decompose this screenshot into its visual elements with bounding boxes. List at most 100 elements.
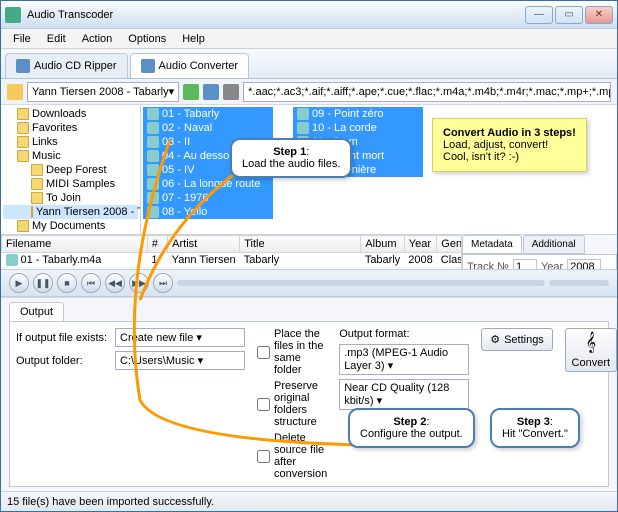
audio-icon	[147, 192, 159, 204]
tree-node[interactable]: MIDI Samples	[3, 177, 138, 191]
folder-tree[interactable]: DownloadsFavoritesLinksMusicDeep ForestM…	[1, 105, 141, 234]
refresh-icon[interactable]	[183, 84, 199, 100]
toolbar: Yann Tiersen 2008 - Tabarly▾ *.aac;*.ac3…	[1, 79, 617, 105]
tree-node[interactable]: To Join	[3, 191, 138, 205]
folder-icon[interactable]	[7, 84, 23, 100]
file-item[interactable]: 10 - La corde	[293, 121, 423, 135]
meta-tab-metadata[interactable]: Metadata	[462, 235, 522, 254]
file-item[interactable]: 07 - 1976	[143, 191, 273, 205]
gear-icon: ⚙	[490, 333, 500, 346]
maximize-button[interactable]: ▭	[555, 6, 583, 24]
stop-button[interactable]: ■	[57, 273, 77, 293]
year-input[interactable]	[567, 259, 601, 269]
pause-button[interactable]: ❚❚	[33, 273, 53, 293]
view-icon[interactable]	[223, 84, 239, 100]
column-header[interactable]: Filename	[2, 236, 148, 253]
folder-icon	[31, 206, 33, 218]
tree-node[interactable]: Downloads	[3, 107, 138, 121]
audio-icon	[147, 178, 159, 190]
chk-preserve[interactable]	[257, 398, 270, 411]
file-item[interactable]: 02 - Naval	[143, 121, 273, 135]
next-button[interactable]: ⏭	[153, 273, 173, 293]
track-grid[interactable]: Filename#ArtistTitleAlbumYearGenreCompos…	[1, 235, 462, 269]
window-title: Audio Transcoder	[27, 9, 525, 21]
path-combo[interactable]: Yann Tiersen 2008 - Tabarly▾	[27, 82, 179, 102]
menu-action[interactable]: Action	[74, 31, 121, 47]
output-folder-combo[interactable]: C:\Users\Music ▾	[115, 351, 245, 370]
tree-node[interactable]: Links	[3, 135, 138, 149]
statusbar: 15 file(s) have been imported successful…	[1, 491, 617, 511]
column-header[interactable]: #	[147, 236, 167, 253]
chk-same-folder[interactable]	[257, 346, 270, 359]
column-header[interactable]: Year	[404, 236, 436, 253]
volume-slider[interactable]	[549, 280, 609, 286]
cd-icon	[16, 59, 30, 73]
clef-icon: 𝄞	[585, 332, 596, 353]
audio-icon	[147, 136, 159, 148]
meta-tab-additional[interactable]: Additional	[523, 235, 585, 254]
audio-icon	[147, 122, 159, 134]
audio-icon	[297, 108, 309, 120]
table-row[interactable]: 01 - Tabarly.m4a1Yann TiersenTabarlyTaba…	[2, 253, 463, 268]
convert-icon	[141, 59, 155, 73]
tab-converter[interactable]: Audio Converter	[130, 53, 250, 78]
menubar: File Edit Action Options Help	[1, 29, 617, 49]
ext-filter[interactable]: *.aac;*.ac3;*.aif;*.aiff;*.ape;*.cue;*.f…	[243, 82, 611, 102]
callout-step3: Step 3:Hit "Convert."	[490, 408, 580, 448]
progress-slider[interactable]	[177, 280, 545, 286]
convert-button[interactable]: 𝄞 Convert	[565, 328, 617, 372]
file-item[interactable]: 09 - Point zéro	[293, 107, 423, 121]
audio-icon	[147, 206, 159, 218]
player-bar: ▶ ❚❚ ■ ⏮ ◀◀ ▶▶ ⏭	[1, 269, 617, 297]
audio-icon	[297, 122, 309, 134]
menu-edit[interactable]: Edit	[39, 31, 74, 47]
close-button[interactable]: ✕	[585, 6, 613, 24]
tree-node[interactable]: My Documents	[3, 219, 138, 233]
folder-icon	[31, 164, 43, 176]
up-icon[interactable]	[203, 84, 219, 100]
audio-icon	[147, 164, 159, 176]
callout-step1: Step 1:Load the audio files.	[230, 138, 352, 178]
menu-options[interactable]: Options	[120, 31, 174, 47]
settings-button[interactable]: ⚙Settings	[481, 328, 553, 351]
menu-help[interactable]: Help	[174, 31, 213, 47]
column-header[interactable]: Title	[240, 236, 361, 253]
tree-node[interactable]: Yann Tiersen 2008 - Tabarly	[3, 205, 138, 219]
ffw-button[interactable]: ▶▶	[129, 273, 149, 293]
tree-node[interactable]: Music	[3, 149, 138, 163]
format-combo[interactable]: .mp3 (MPEG-1 Audio Layer 3) ▾	[339, 344, 469, 375]
file-item[interactable]: 08 - Yello	[143, 205, 273, 219]
column-header[interactable]: Artist	[168, 236, 240, 253]
output-tab[interactable]: Output	[9, 302, 64, 322]
main-tabs: Audio CD Ripper Audio Converter	[1, 49, 617, 79]
chk-delete[interactable]	[257, 450, 270, 463]
sticky-note: Convert Audio in 3 steps! Load, adjust, …	[432, 118, 587, 172]
column-header[interactable]: Album	[361, 236, 404, 253]
folder-icon	[31, 192, 43, 204]
folder-icon	[17, 150, 29, 162]
metadata-panel: Metadata Additional Track № Year Artist …	[462, 235, 617, 269]
quality-combo[interactable]: Near CD Quality (128 kbit/s) ▾	[339, 379, 469, 410]
file-item[interactable]: 01 - Tabarly	[143, 107, 273, 121]
if-exists-combo[interactable]: Create new file ▾	[115, 328, 245, 347]
minimize-button[interactable]: —	[525, 6, 553, 24]
titlebar: Audio Transcoder — ▭ ✕	[1, 1, 617, 29]
folder-icon	[17, 108, 29, 120]
prev-button[interactable]: ⏮	[81, 273, 101, 293]
column-header[interactable]: Genre	[437, 236, 462, 253]
tab-cd-ripper[interactable]: Audio CD Ripper	[5, 53, 128, 78]
track-input[interactable]	[513, 259, 537, 269]
file-item[interactable]: 06 - La longue route	[143, 177, 273, 191]
play-button[interactable]: ▶	[9, 273, 29, 293]
folder-icon	[31, 178, 43, 190]
tree-node[interactable]: Favorites	[3, 121, 138, 135]
audio-icon	[147, 150, 159, 162]
rew-button[interactable]: ◀◀	[105, 273, 125, 293]
folder-icon	[17, 122, 29, 134]
tree-node[interactable]: Deep Forest	[3, 163, 138, 177]
folder-icon	[17, 220, 29, 232]
audio-icon	[147, 108, 159, 120]
audio-icon	[6, 254, 18, 266]
callout-step2: Step 2:Configure the output.	[348, 408, 475, 448]
menu-file[interactable]: File	[5, 31, 39, 47]
